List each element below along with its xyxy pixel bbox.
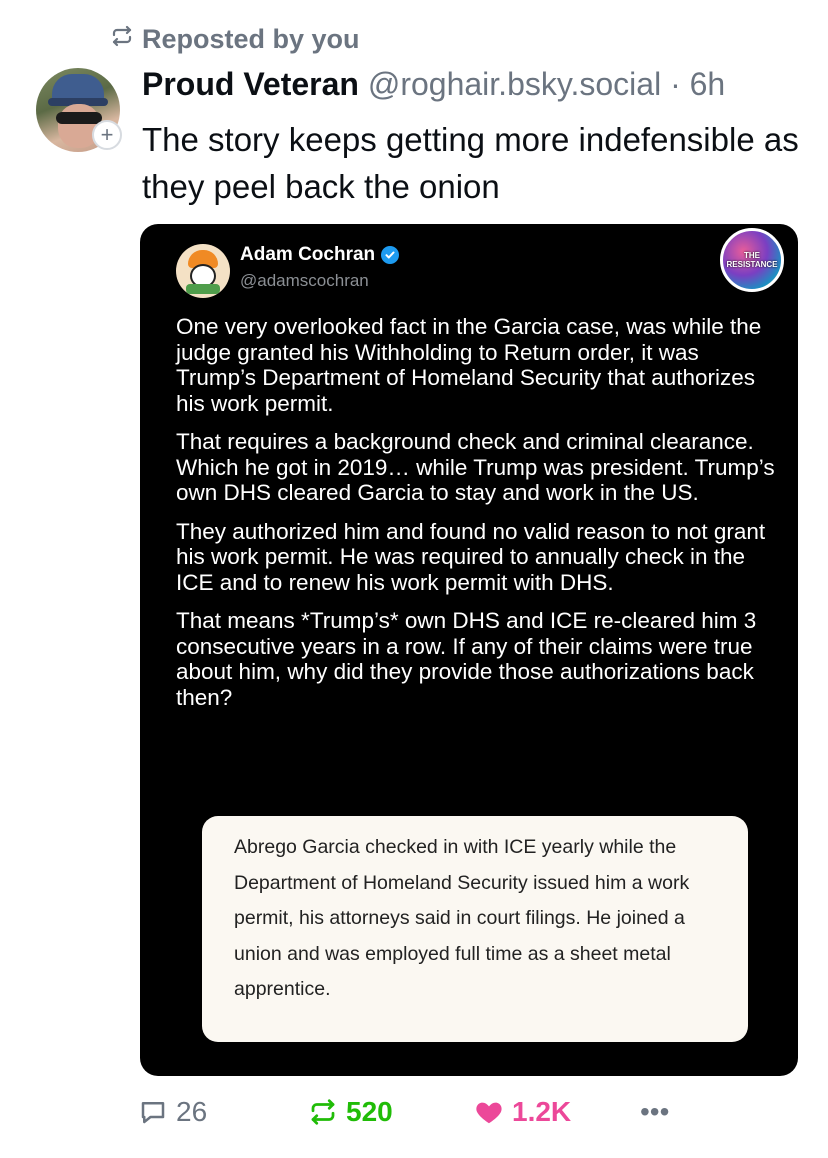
quoted-excerpt: Abrego Garcia checked in with ICE yearly… [202, 816, 748, 1042]
embedded-image[interactable]: Adam Cochran @adamscochran THE RESISTANC… [140, 224, 798, 1076]
reply-button[interactable]: 26 [138, 1092, 207, 1132]
embedded-author-name: Adam Cochran [240, 244, 376, 265]
embedded-avatar [176, 244, 230, 298]
more-options-button[interactable]: ••• [640, 1092, 669, 1132]
author-handle[interactable]: @roghair.bsky.social [368, 66, 661, 102]
verified-icon [381, 246, 400, 264]
repost-label: Reposted by you [142, 23, 360, 54]
post-text: The story keeps getting more indefensibl… [142, 121, 799, 205]
post-actions: 26 520 1.2K ••• [138, 1092, 778, 1132]
like-count: 1.2K [512, 1096, 572, 1127]
embedded-paragraph: They authorized him and found no valid r… [176, 518, 766, 595]
embedded-paragraph: One very overlooked fact in the Garcia c… [176, 314, 762, 416]
embedded-paragraph: That means *Trump’s* own DHS and ICE re-… [176, 608, 757, 710]
embedded-paragraph: That requires a background check and cri… [176, 429, 775, 505]
follow-plus-icon[interactable]: + [92, 120, 122, 150]
post-time[interactable]: 6h [690, 66, 726, 102]
embedded-body: One very overlooked fact in the Garcia c… [176, 314, 776, 723]
repost-button[interactable]: 520 [308, 1092, 393, 1132]
embedded-author-handle: @adamscochran [240, 271, 369, 290]
repost-icon [311, 1099, 335, 1125]
heart-icon [476, 1102, 502, 1124]
author-name[interactable]: Proud Veteran [142, 66, 359, 102]
resistance-badge-icon: THE RESISTANCE [720, 228, 784, 292]
time-separator: · [670, 66, 681, 102]
more-options-icon: ••• [640, 1096, 670, 1127]
reply-count: 26 [176, 1096, 208, 1127]
reply-icon [141, 1102, 165, 1124]
repost-count: 520 [346, 1096, 393, 1127]
post-header: Proud Veteran @roghair.bsky.social · 6h [142, 66, 725, 103]
author-avatar[interactable]: + [36, 68, 122, 152]
badge-text: THE RESISTANCE [726, 251, 778, 269]
repost-indicator: Reposted by you [110, 22, 360, 56]
repost-icon [110, 24, 134, 55]
like-button[interactable]: 1.2K [474, 1092, 571, 1132]
embedded-name-line: Adam Cochran [240, 244, 400, 266]
